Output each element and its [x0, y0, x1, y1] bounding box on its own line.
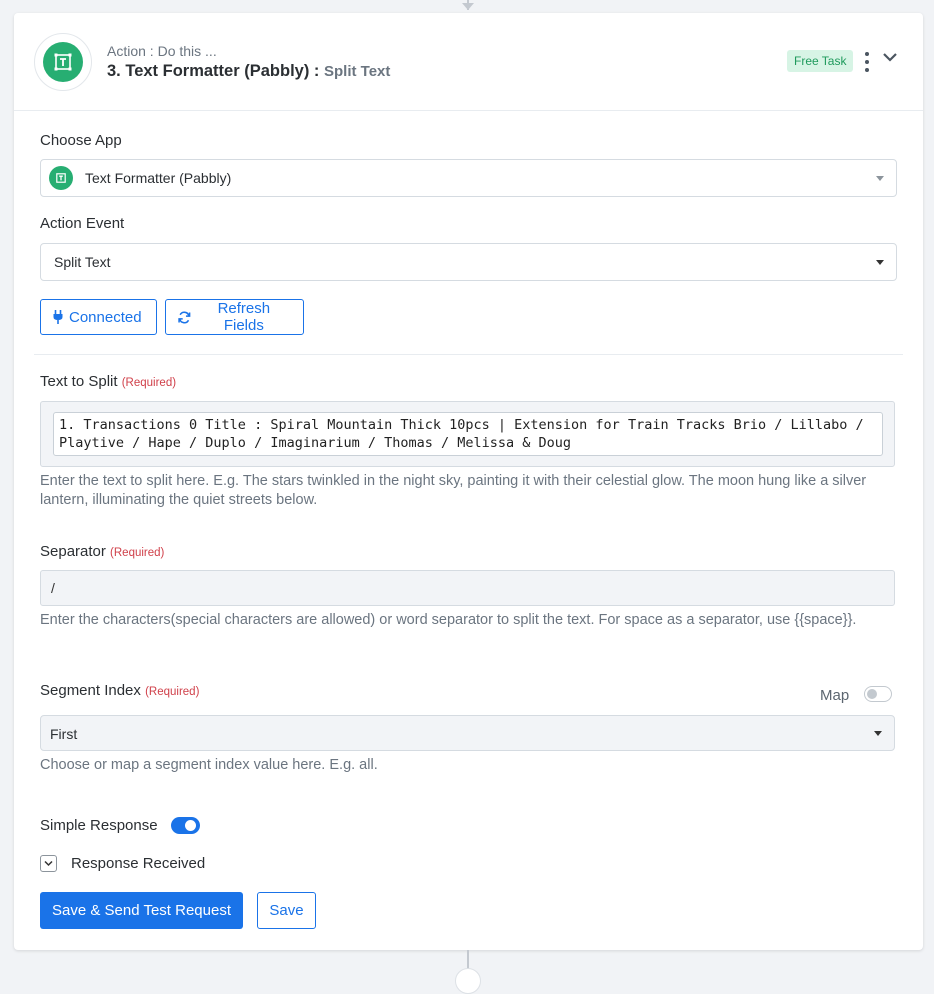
refresh-icon	[178, 311, 191, 323]
segment-index-help: Choose or map a segment index value here…	[40, 757, 378, 773]
step-title: 3. Text Formatter (Pabbly) : Split Text	[107, 62, 390, 81]
chevron-down-icon	[44, 860, 53, 867]
text-to-split-label: Text to Split (Required)	[40, 373, 176, 390]
kebab-icon[interactable]	[863, 52, 871, 72]
save-button[interactable]: Save	[257, 892, 316, 929]
plug-icon	[53, 310, 63, 324]
simple-response-toggle[interactable]	[171, 817, 200, 834]
text-to-split-help: Enter the text to split here. E.g. The s…	[40, 473, 867, 508]
choose-app-value: Text Formatter (Pabbly)	[85, 170, 232, 186]
step-header[interactable]: Action : Do this ... 3. Text Formatter (…	[14, 13, 923, 111]
action-event-value: Split Text	[54, 254, 111, 270]
free-task-badge: Free Task	[787, 50, 854, 72]
section-divider	[34, 354, 903, 355]
segment-index-select[interactable]: First	[40, 715, 895, 751]
response-received-toggle[interactable]	[40, 855, 57, 872]
separator-label-text: Separator	[40, 543, 106, 560]
chevron-down-icon[interactable]	[882, 51, 898, 63]
separator-help: Enter the characters(special characters …	[40, 612, 857, 628]
choose-app-label: Choose App	[40, 132, 122, 149]
text-formatter-icon	[43, 42, 83, 82]
step-app-title: 3. Text Formatter (Pabbly) :	[107, 62, 320, 80]
connector-arrow-icon	[462, 3, 474, 10]
action-event-label: Action Event	[40, 215, 125, 232]
map-toggle-label: Map	[820, 687, 850, 704]
choose-app-select[interactable]: Text Formatter (Pabbly)	[40, 159, 897, 197]
action-step-card: Action : Do this ... 3. Text Formatter (…	[14, 13, 923, 950]
required-marker: (Required)	[145, 686, 200, 698]
refresh-fields-button[interactable]: Refresh Fields	[165, 299, 304, 335]
refresh-fields-label: Refresh Fields	[217, 300, 271, 334]
text-formatter-icon	[49, 166, 73, 190]
simple-response-label: Simple Response	[40, 817, 158, 834]
connected-label: Connected	[69, 308, 142, 326]
segment-index-value: First	[50, 726, 78, 742]
response-received-label: Response Received	[71, 855, 206, 872]
segment-index-label: Segment Index (Required)	[40, 682, 199, 699]
text-to-split-label-text: Text to Split	[40, 373, 118, 390]
add-step-button[interactable]	[455, 968, 481, 994]
segment-index-label-text: Segment Index	[40, 682, 141, 699]
app-logo	[34, 33, 92, 91]
step-subtitle: Action : Do this ...	[107, 43, 217, 59]
map-toggle[interactable]	[864, 686, 892, 702]
action-event-select[interactable]: Split Text	[40, 243, 897, 281]
step-action-name: Split Text	[324, 63, 391, 80]
required-marker: (Required)	[121, 377, 177, 389]
separator-input[interactable]: /	[40, 570, 895, 606]
separator-label: Separator (Required)	[40, 543, 164, 560]
text-to-split-container: 1. Transactions 0 Title : Spiral Mountai…	[40, 401, 895, 467]
caret-down-icon	[876, 260, 884, 265]
save-send-test-button[interactable]: Save & Send Test Request	[40, 892, 243, 929]
required-marker: (Required)	[110, 547, 165, 559]
caret-down-icon	[874, 731, 882, 736]
caret-down-icon	[876, 176, 884, 181]
connected-button[interactable]: Connected	[40, 299, 157, 335]
text-to-split-input[interactable]: 1. Transactions 0 Title : Spiral Mountai…	[53, 412, 883, 456]
